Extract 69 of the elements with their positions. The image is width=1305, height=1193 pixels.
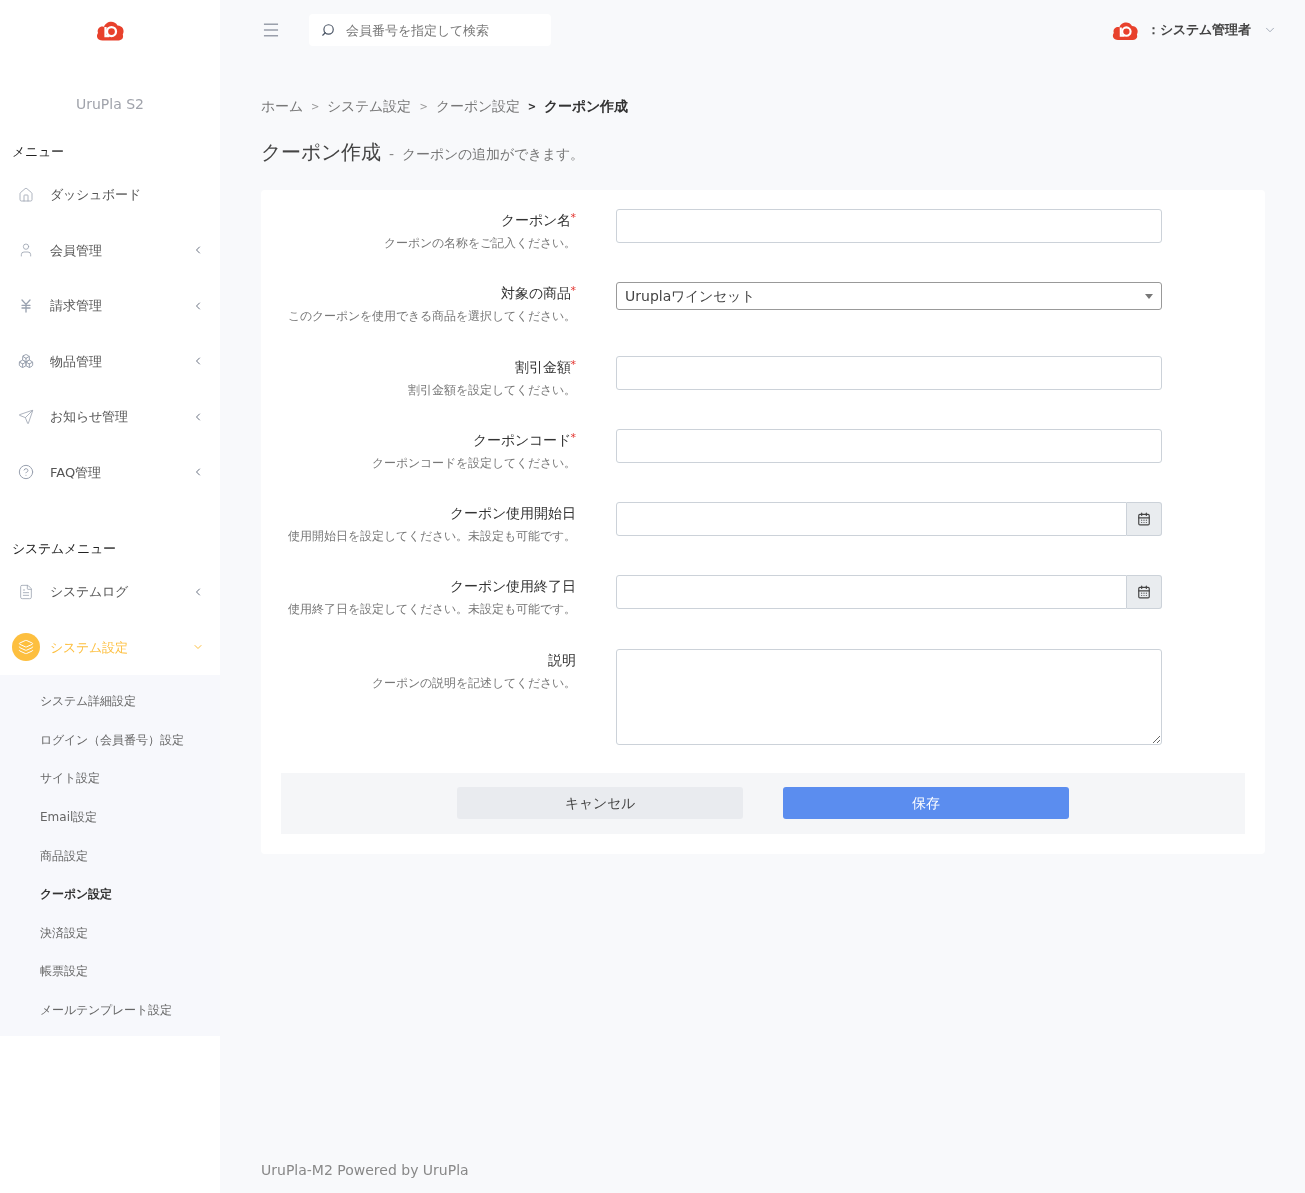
brand-name: UruPla S2: [75, 95, 145, 114]
sidebar-item[interactable]: ダッシュボード: [0, 167, 220, 223]
submenu-item[interactable]: 帳票設定: [0, 952, 220, 991]
text-input[interactable]: [616, 355, 1162, 390]
date-input[interactable]: [616, 502, 1127, 536]
field-help: クーポンの名称をご記入ください。: [384, 235, 576, 252]
product-select[interactable]: Uruplaワインセット: [616, 282, 1162, 311]
field-label: 割引金額*: [514, 356, 576, 377]
field-help: 割引金額を設定してください。: [408, 381, 576, 399]
user-menu[interactable]: ：システム管理者: [1111, 18, 1277, 42]
submenu-item[interactable]: 決済設定: [0, 913, 220, 953]
calendar-icon: [1137, 512, 1151, 526]
calendar-button[interactable]: [1127, 502, 1162, 536]
page-title: クーポン作成: [261, 139, 381, 166]
yen-icon: [18, 297, 34, 314]
dropdown-caret-icon: [1145, 293, 1153, 299]
sidebar-item[interactable]: システムログ: [0, 564, 220, 620]
field-help: クーポンコードを設定してください。: [372, 454, 576, 472]
breadcrumb-current: クーポン作成: [544, 97, 629, 116]
paper-plane-icon: [18, 408, 34, 425]
sidebar-item[interactable]: お知らせ管理: [0, 389, 220, 445]
sidebar-item[interactable]: 物品管理: [0, 333, 220, 389]
document-icon: [18, 583, 34, 600]
field-label: クーポン使用開始日: [450, 504, 576, 523]
layers-icon: [12, 633, 40, 662]
sidebar-item[interactable]: 会員管理: [0, 222, 220, 278]
date-input[interactable]: [616, 575, 1127, 610]
breadcrumb-separator: >: [311, 100, 320, 114]
breadcrumb-link[interactable]: ホーム: [261, 96, 303, 117]
field-help: 使用開始日を設定してください。未設定も可能です。: [288, 528, 576, 545]
boxes-icon: [18, 353, 34, 370]
breadcrumb-separator: >: [527, 100, 537, 114]
menu-section-title: システムメニュー: [11, 540, 117, 559]
footer-text: UruPla-M2 Powered by UruPla: [261, 1161, 470, 1180]
breadcrumb-separator: >: [419, 100, 428, 114]
save-button[interactable]: 保存: [783, 787, 1069, 819]
calendar-icon: [1137, 585, 1151, 600]
sidebar-item[interactable]: 請求管理: [0, 278, 220, 334]
home-icon: [18, 186, 34, 203]
field-label: 対象の商品*: [500, 283, 576, 304]
field-label: クーポン使用終了日: [450, 577, 576, 597]
breadcrumb-link[interactable]: クーポン設定: [435, 96, 520, 117]
submenu-item[interactable]: システム詳細設定: [0, 682, 220, 721]
page-subtitle: クーポンの追加ができます。: [402, 145, 585, 164]
field-label: クーポンコード*: [472, 429, 576, 450]
text-input[interactable]: [616, 209, 1162, 243]
search-field[interactable]: 会員番号を指定して検索: [309, 14, 551, 46]
sidebar-item[interactable]: FAQ管理: [0, 444, 220, 500]
menu-section-title: メニュー: [11, 143, 65, 162]
submenu-item[interactable]: ログイン（会員番号）設定: [0, 720, 220, 760]
submenu-item[interactable]: クーポン設定: [0, 874, 220, 914]
field-label: クーポン名*: [500, 210, 576, 230]
breadcrumb-link[interactable]: システム設定: [327, 96, 412, 117]
calendar-button[interactable]: [1127, 575, 1162, 610]
field-help: クーポンの説明を記述してください。: [372, 674, 576, 692]
field-label: 説明: [548, 650, 576, 670]
submenu-item[interactable]: メールテンプレート設定: [0, 990, 220, 1030]
text-input[interactable]: [616, 428, 1162, 463]
cancel-button[interactable]: キャンセル: [457, 787, 743, 819]
user-icon: [18, 242, 34, 259]
title-separator: -: [389, 145, 395, 164]
field-help: このクーポンを使用できる商品を選択してください。: [288, 308, 576, 326]
submenu-item[interactable]: 商品設定: [0, 836, 220, 875]
search-icon: [321, 23, 335, 37]
field-help: 使用終了日を設定してください。未設定も可能です。: [288, 601, 576, 619]
description-textarea[interactable]: [616, 648, 1162, 745]
submenu-item[interactable]: サイト設定: [0, 759, 220, 798]
question-icon: [18, 464, 34, 481]
submenu-item[interactable]: Email設定: [0, 797, 220, 837]
